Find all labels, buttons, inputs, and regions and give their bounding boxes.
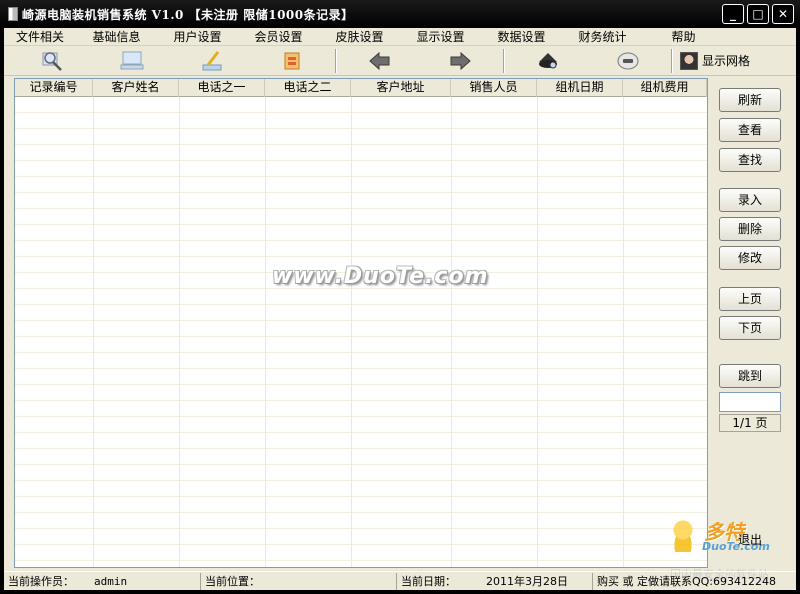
app-icon <box>8 7 18 21</box>
mascot-icon <box>668 518 698 552</box>
add-button[interactable]: 录入 <box>719 188 781 212</box>
arrow-right-icon <box>450 51 471 70</box>
column-header-address[interactable]: 客户地址 <box>351 79 451 97</box>
jump-button[interactable]: 跳到 <box>719 364 781 388</box>
computer-icon <box>120 51 144 69</box>
title-bar: 崎源电脑装机销售系统 V1.0 【未注册 限储1000条记录】 _ □ ✕ <box>0 0 800 28</box>
operator-value: admin <box>94 574 128 588</box>
grid-column-line <box>451 97 452 567</box>
menu-basic-info[interactable]: 基础信息 <box>76 28 157 45</box>
arrow-left-icon <box>369 51 390 70</box>
next-page-button[interactable]: 下页 <box>719 316 781 340</box>
menu-finance[interactable]: 财务统计 <box>562 28 643 45</box>
column-header-build-cost[interactable]: 组机费用 <box>623 79 707 97</box>
column-header-build-date[interactable]: 组机日期 <box>537 79 623 97</box>
spy-icon <box>539 52 557 68</box>
menu-user-settings[interactable]: 用户设置 <box>157 28 238 45</box>
column-header-customer-name[interactable]: 客户姓名 <box>93 79 179 97</box>
search-button[interactable] <box>12 47 92 75</box>
date-label: 当前日期： <box>401 575 456 588</box>
grid-column-line <box>265 97 266 567</box>
drive-button[interactable] <box>588 47 668 75</box>
contact-info: 购买 或 定做请联系QQ:693412248 <box>597 575 777 588</box>
window-title: 崎源电脑装机销售系统 V1.0 【未注册 限储1000条记录】 <box>22 7 354 22</box>
grid-toggle-icon <box>680 51 698 70</box>
find-button[interactable]: 查找 <box>719 148 781 172</box>
menu-help[interactable]: 帮助 <box>643 28 724 45</box>
jump-page-input[interactable] <box>719 392 781 412</box>
operator-label: 当前操作员： <box>8 575 74 588</box>
edit-icon <box>202 50 222 70</box>
drive-icon <box>617 52 639 69</box>
menu-member-settings[interactable]: 会员设置 <box>238 28 319 45</box>
records-grid[interactable]: 记录编号 客户姓名 电话之一 电话之二 客户地址 销售人员 组机日期 组机费用 <box>14 78 708 568</box>
menu-data-settings[interactable]: 数据设置 <box>481 28 562 45</box>
toolbar-separator <box>503 48 505 73</box>
close-button[interactable]: ✕ <box>772 4 794 24</box>
toolbar-separator <box>671 48 673 73</box>
watermark: www.DuoTe.com <box>272 264 489 289</box>
location-label: 当前位置： <box>205 575 260 588</box>
delete-button[interactable]: 删除 <box>719 217 781 241</box>
grid-body[interactable] <box>15 97 707 567</box>
window-controls: _ □ ✕ <box>722 4 794 24</box>
menu-display-settings[interactable]: 显示设置 <box>400 28 481 45</box>
date-value: 2011年3月28日 <box>486 575 568 588</box>
toolbar: 显示网格 <box>4 46 796 76</box>
forward-button[interactable] <box>420 47 500 75</box>
menu-file[interactable]: 文件相关 <box>4 28 76 45</box>
grid-column-line <box>351 97 352 567</box>
grid-column-line <box>179 97 180 567</box>
search-icon <box>42 51 62 71</box>
column-header-record-id[interactable]: 记录编号 <box>15 79 93 97</box>
prev-page-button[interactable]: 上页 <box>719 287 781 311</box>
status-bar: 当前操作员： admin 当前位置： 当前日期： 2011年3月28日 购买 或… <box>4 571 796 590</box>
refresh-button[interactable]: 刷新 <box>719 88 781 112</box>
grid-column-line <box>623 97 624 567</box>
toolbar-separator <box>335 48 337 73</box>
show-grid-label: 显示网格 <box>702 54 751 68</box>
menu-skin-settings[interactable]: 皮肤设置 <box>319 28 400 45</box>
show-grid-toggle[interactable]: 显示网格 <box>680 51 751 70</box>
back-button[interactable] <box>340 47 420 75</box>
page-indicator: 1/1 页 <box>719 414 781 432</box>
edit-button[interactable] <box>172 47 252 75</box>
maximize-button[interactable]: □ <box>747 4 769 24</box>
view-button[interactable]: 查看 <box>719 118 781 142</box>
column-header-phone-2[interactable]: 电话之二 <box>265 79 351 97</box>
main-window: 文件相关 基础信息 用户设置 会员设置 皮肤设置 显示设置 数据设置 财务统计 … <box>4 28 796 590</box>
spy-button[interactable] <box>508 47 588 75</box>
menu-bar: 文件相关 基础信息 用户设置 会员设置 皮肤设置 显示设置 数据设置 财务统计 … <box>4 28 796 46</box>
grid-column-line <box>537 97 538 567</box>
package-button[interactable] <box>252 47 332 75</box>
grid-column-line <box>93 97 94 567</box>
grid-header: 记录编号 客户姓名 电话之一 电话之二 客户地址 销售人员 组机日期 组机费用 <box>15 79 707 97</box>
computer-button[interactable] <box>92 47 172 75</box>
modify-button[interactable]: 修改 <box>719 246 781 270</box>
minimize-button[interactable]: _ <box>722 4 744 24</box>
exit-button[interactable]: 退出 <box>719 528 781 552</box>
column-header-salesperson[interactable]: 销售人员 <box>451 79 537 97</box>
package-icon <box>284 52 300 69</box>
column-header-phone-1[interactable]: 电话之一 <box>179 79 265 97</box>
